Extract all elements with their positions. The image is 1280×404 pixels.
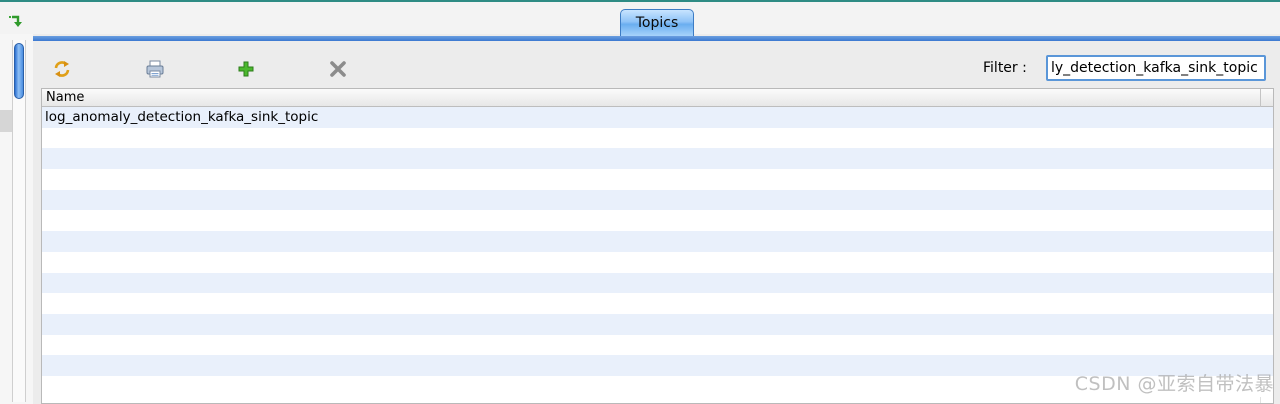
refresh-icon	[54, 61, 70, 77]
delete-topic-button[interactable]	[327, 58, 349, 80]
toolbar: Filter :	[33, 44, 1280, 88]
print-button[interactable]	[144, 58, 166, 80]
table-header: Name	[42, 89, 1273, 107]
column-divider	[1260, 89, 1261, 107]
topics-window: Topics Filter: ly_detection_kafka_sink_…	[0, 0, 1280, 404]
table-row[interactable]	[42, 189, 1273, 211]
table-row[interactable]: log_anomaly_detection_kafka_sink_topic	[42, 107, 1273, 128]
table-row[interactable]	[42, 169, 1273, 190]
table-row[interactable]	[42, 148, 1273, 170]
table-row[interactable]	[42, 251, 1273, 273]
column-header-name[interactable]: Name	[46, 90, 84, 105]
green-arrow-down-icon[interactable]	[8, 14, 24, 30]
filter-label: Filter :	[983, 60, 1027, 76]
table-row[interactable]	[42, 293, 1273, 314]
refresh-button[interactable]	[51, 58, 73, 80]
left-sidebar	[0, 34, 33, 404]
table-row[interactable]	[42, 210, 1273, 232]
printer-icon	[146, 60, 164, 78]
x-icon	[330, 61, 346, 77]
sidebar-scroll-thumb[interactable]	[14, 43, 24, 99]
panel-top-border	[33, 36, 1280, 41]
add-topic-button[interactable]	[235, 58, 257, 80]
tab-topics[interactable]: Topics	[620, 9, 694, 36]
table-row[interactable]	[42, 313, 1273, 335]
filter-input[interactable]	[1046, 55, 1266, 81]
table-row[interactable]	[42, 231, 1273, 252]
table-row[interactable]	[42, 272, 1273, 294]
sidebar-scrollbar[interactable]	[12, 40, 26, 402]
topics-table: Name log_anomaly_detection_kafka_sink_to…	[41, 88, 1274, 404]
plus-icon	[238, 61, 254, 77]
sidebar-selection-marker	[0, 110, 12, 132]
watermark: CSDN @亚索自带法暴	[1074, 373, 1274, 395]
table-row[interactable]	[42, 334, 1273, 356]
table-row[interactable]	[42, 127, 1273, 149]
topics-panel: Filter : Name log_anomaly_detection_kafk…	[33, 36, 1280, 404]
table-rows: log_anomaly_detection_kafka_sink_topic	[42, 107, 1273, 397]
